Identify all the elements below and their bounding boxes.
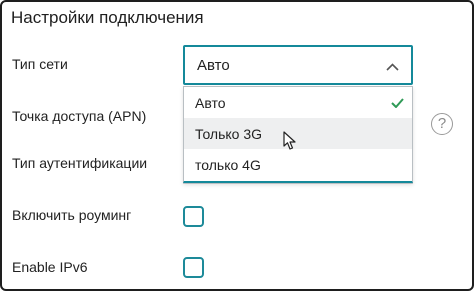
network-option-3g[interactable]: Только 3G: [184, 118, 412, 149]
auth-type-label: Тип аутентификации: [12, 155, 148, 171]
option-label: Только 3G: [195, 126, 263, 142]
apn-label: Точка доступа (APN): [12, 108, 147, 124]
chevron-up-icon: [386, 63, 399, 71]
network-type-select[interactable]: Авто: [183, 45, 413, 85]
roaming-checkbox[interactable]: [183, 206, 204, 227]
option-label: только 4G: [195, 157, 261, 173]
network-type-label: Тип сети: [12, 56, 68, 72]
network-option-4g[interactable]: только 4G: [184, 149, 412, 180]
ipv6-checkbox[interactable]: [183, 257, 204, 278]
mouse-cursor-icon: [283, 131, 296, 150]
check-icon: [391, 98, 404, 108]
roaming-label: Включить роуминг: [12, 207, 132, 223]
connection-settings-panel: Настройки подключения Тип сети Точка дос…: [0, 0, 474, 291]
network-type-dropdown: Авто Только 3G только 4G: [183, 86, 413, 183]
network-type-value: Авто: [197, 57, 230, 74]
network-option-auto[interactable]: Авто: [184, 87, 412, 118]
option-label: Авто: [195, 95, 226, 111]
ipv6-label: Enable IPv6: [12, 259, 88, 275]
question-circle-icon[interactable]: ?: [431, 113, 453, 135]
auth-type-field-underline: [183, 183, 413, 184]
page-title: Настройки подключения: [11, 8, 204, 27]
